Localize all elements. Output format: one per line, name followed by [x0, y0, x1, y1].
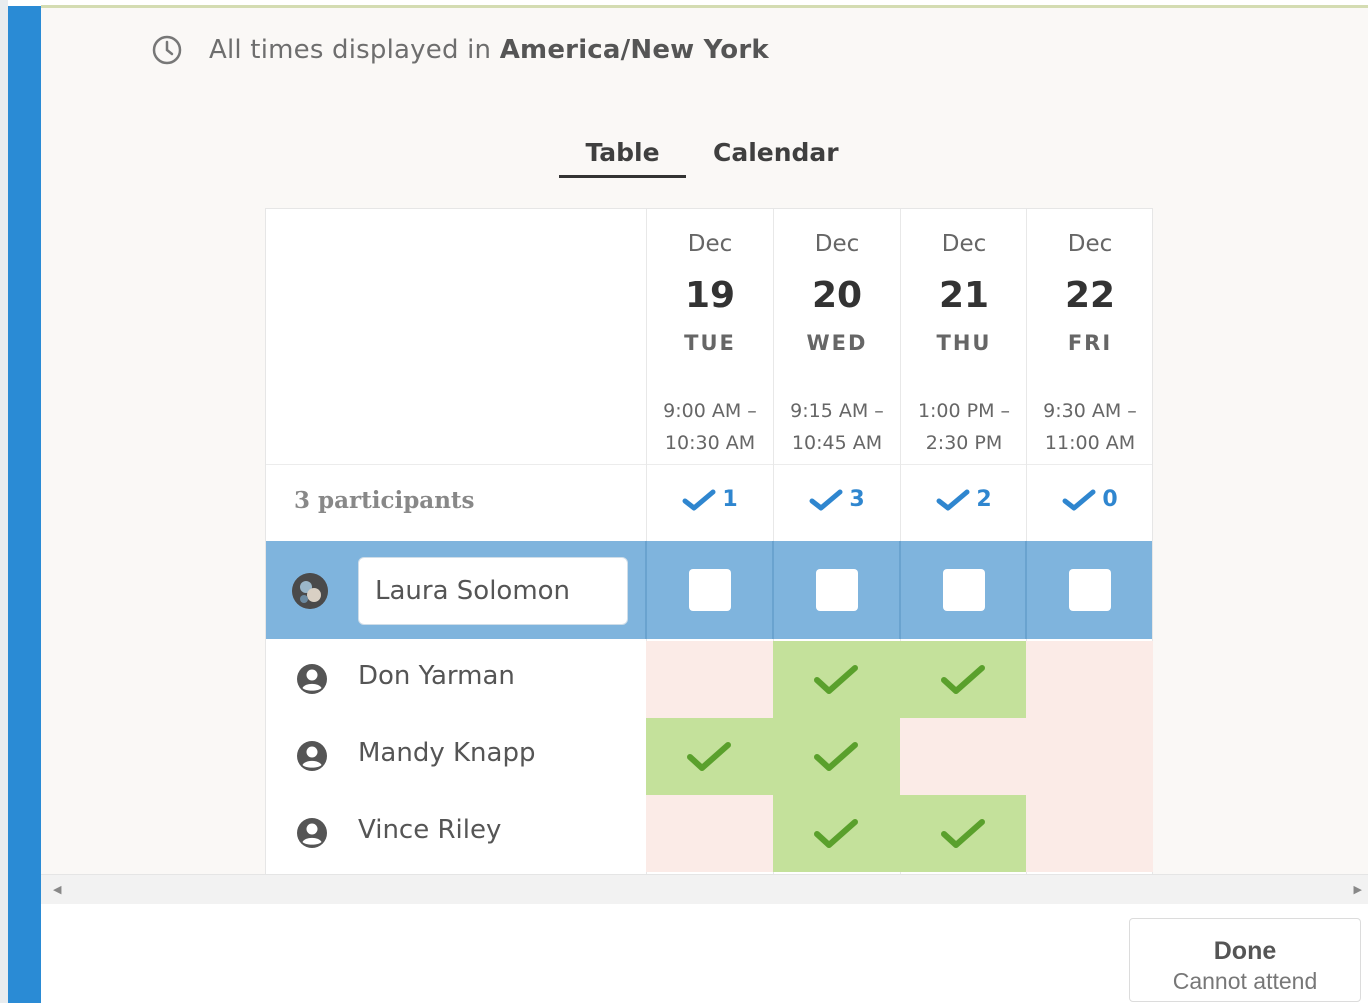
- unavailable-cell: [646, 641, 773, 718]
- available-cell: [773, 795, 900, 872]
- time-start: 9:15 AM –: [790, 400, 884, 422]
- participant-name: Vince Riley: [358, 815, 502, 845]
- time-start: 9:00 AM –: [663, 400, 757, 422]
- timezone-row: All times displayed in America/New York: [151, 32, 769, 68]
- clock-icon: [152, 35, 182, 65]
- check-icon: [687, 742, 731, 771]
- check-icon: [941, 819, 985, 848]
- user-icon: [297, 664, 327, 694]
- availability-checkbox[interactable]: [689, 569, 731, 611]
- tab-table[interactable]: Table: [559, 136, 686, 178]
- date-weekday: WED: [806, 331, 868, 355]
- yes-count: 0: [1027, 487, 1153, 512]
- done-button[interactable]: Done Cannot attend: [1129, 918, 1361, 1002]
- participant-row-don: Don Yarman: [266, 641, 646, 718]
- date-weekday: FRI: [1067, 331, 1113, 355]
- unavailable-cell: [1026, 641, 1153, 718]
- unavailable-cell: [646, 795, 773, 872]
- available-cell: [900, 641, 1027, 718]
- date-month: Dec: [1067, 231, 1113, 257]
- timezone-prefix: All times displayed in: [209, 35, 492, 65]
- time-start: 9:30 AM –: [1043, 400, 1137, 422]
- participant-name: Mandy Knapp: [358, 738, 536, 768]
- yes-count: 1: [647, 487, 773, 512]
- scroll-left-icon[interactable]: ◀: [53, 883, 61, 896]
- date-time-range: 9:30 AM – 11:00 AM: [1027, 395, 1153, 459]
- user-icon: [297, 741, 327, 771]
- time-end: 2:30 PM: [925, 432, 1003, 454]
- date-time-range: 9:15 AM – 10:45 AM: [774, 395, 900, 459]
- time-start: 1:00 PM –: [917, 400, 1011, 422]
- check-icon: [814, 665, 858, 694]
- timezone-text: All times displayed in America/New York: [209, 35, 769, 65]
- check-icon: [814, 819, 858, 848]
- available-cell: [646, 718, 773, 795]
- date-time-range: 9:00 AM – 10:30 AM: [647, 395, 773, 459]
- avatar-image-icon: [292, 573, 328, 609]
- count-check-icon: [809, 489, 843, 510]
- unavailable-cell: [1026, 718, 1153, 795]
- self-row-divider: [772, 541, 774, 639]
- availability-table: 3 participants Don Yarman: [265, 208, 1153, 876]
- available-cell: [773, 718, 900, 795]
- tab-calendar[interactable]: Calendar: [713, 136, 839, 169]
- availability-checkbox[interactable]: [816, 569, 858, 611]
- date-day: 21: [938, 275, 990, 316]
- check-icon: [941, 665, 985, 694]
- participant-row-vince: Vince Riley: [266, 795, 646, 872]
- unavailable-cell: [1026, 795, 1153, 872]
- timezone-zone: America/New York: [499, 35, 769, 65]
- yes-count-value: 3: [849, 487, 865, 512]
- accent-sidebar: [8, 6, 41, 1003]
- date-month: Dec: [814, 231, 860, 257]
- self-row-divider: [645, 541, 647, 639]
- date-day: 22: [1064, 275, 1116, 316]
- date-day: 19: [684, 275, 736, 316]
- yes-count: 3: [774, 487, 900, 512]
- date-weekday: TUE: [684, 331, 736, 355]
- participants-count: 3 participants: [294, 487, 475, 514]
- self-name-input[interactable]: [358, 557, 628, 625]
- date-month: Dec: [941, 231, 987, 257]
- scroll-right-icon[interactable]: ▶: [1354, 883, 1362, 896]
- yes-count-value: 0: [1102, 487, 1118, 512]
- available-cell: [773, 641, 900, 718]
- count-check-icon: [1062, 489, 1096, 510]
- horizontal-scrollbar[interactable]: ◀ ▶: [41, 874, 1368, 905]
- check-icon: [814, 742, 858, 771]
- poll-panel: All times displayed in America/New York …: [41, 8, 1368, 876]
- self-avatar: [292, 573, 328, 609]
- window-edge: [0, 0, 8, 1003]
- user-icon: [297, 818, 327, 848]
- unavailable-cell: [900, 718, 1027, 795]
- done-sublabel: Cannot attend: [1172, 968, 1318, 994]
- availability-checkbox[interactable]: [1069, 569, 1111, 611]
- time-end: 10:30 AM: [664, 432, 756, 454]
- done-label: Done: [1213, 937, 1277, 965]
- yes-count-value: 2: [976, 487, 992, 512]
- self-row-divider: [899, 541, 901, 639]
- time-end: 11:00 AM: [1044, 432, 1136, 454]
- participant-row-mandy: Mandy Knapp: [266, 718, 646, 795]
- footer: Done Cannot attend: [41, 904, 1368, 1003]
- count-check-icon: [682, 489, 716, 510]
- self-row-divider: [1025, 541, 1027, 639]
- yes-count: 2: [901, 487, 1027, 512]
- availability-checkbox[interactable]: [943, 569, 985, 611]
- participant-name: Don Yarman: [358, 661, 515, 691]
- time-end: 10:45 AM: [791, 432, 883, 454]
- date-weekday: THU: [936, 331, 992, 355]
- count-check-icon: [936, 489, 970, 510]
- yes-count-value: 1: [722, 487, 738, 512]
- available-cell: [900, 795, 1027, 872]
- date-day: 20: [811, 275, 863, 316]
- date-month: Dec: [687, 231, 733, 257]
- date-time-range: 1:00 PM – 2:30 PM: [901, 395, 1027, 459]
